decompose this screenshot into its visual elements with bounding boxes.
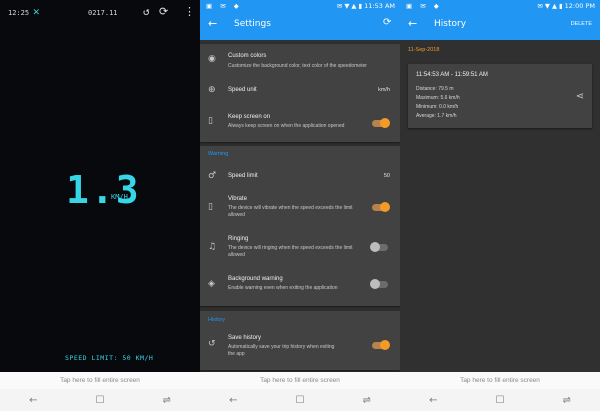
toggle-knob <box>380 202 390 212</box>
setting-description: Customize the background color, text col… <box>228 63 367 69</box>
setting-title: Vibrate <box>228 196 247 202</box>
delete-button[interactable]: DELETE <box>571 21 592 27</box>
history-screen: ▣ ✉ ◆ ✉ ▼ ▲ ▮ 12:00 PM ← History DELETE … <box>400 0 600 411</box>
bell-icon: ♫ <box>208 242 217 252</box>
trip-time-range: 11:54:53 AM - 11:59:51 AM <box>416 72 488 78</box>
settings-screen: ▣ ✉ ◆ ✉ ▼ ▲ ▮ 11:53 AM ← Settings ⟳ ◉ Cu… <box>200 0 400 411</box>
setting-keep-screen-on[interactable]: ▯ Keep screen on Always keep screen on w… <box>200 112 400 136</box>
system-nav-bar: ← ☐ ⇌ <box>200 389 400 411</box>
back-arrow-icon[interactable]: ← <box>208 17 217 30</box>
speedometer-top-bar: 12:25 ✕ 0217.11 ↺ ⟳ ⋮ <box>0 0 200 26</box>
refresh-icon[interactable]: ⟳ <box>383 17 391 28</box>
speed-unit-label: KM/H <box>111 193 128 201</box>
setting-speed-unit[interactable]: ⊕ Speed unit km/h <box>200 82 400 100</box>
setting-description: The device will ringing when the speed e… <box>228 245 353 258</box>
keep-screen-on-toggle[interactable] <box>372 118 390 128</box>
status-bar: ▣ ✉ ◆ ✉ ▼ ▲ ▮ 11:53 AM <box>200 0 400 12</box>
setting-title: Keep screen on <box>228 114 271 120</box>
trip-card[interactable]: 11:54:53 AM - 11:59:51 AM Distance: 79.5… <box>408 64 592 128</box>
more-options-icon[interactable]: ⋮ <box>184 5 195 18</box>
setting-ringing[interactable]: ♫ Ringing The device will ringing when t… <box>200 234 400 260</box>
setting-save-history[interactable]: ↺ Save history Automatically save your t… <box>200 333 400 359</box>
setting-title: Custom colors <box>228 53 267 59</box>
vibrate-toggle[interactable] <box>372 202 390 212</box>
setting-vibrate[interactable]: ▯ Vibrate The device will vibrate when t… <box>200 194 400 220</box>
trip-average: Average: 1.7 km/h <box>416 113 457 119</box>
toggle-knob <box>380 340 390 350</box>
setting-title: Save history <box>228 335 262 341</box>
fill-screen-banner[interactable]: Tap here to fill entire screen <box>400 372 600 389</box>
nav-home-button[interactable]: ☐ <box>285 395 315 406</box>
trip-distance: Distance: 79.5 m <box>416 86 454 92</box>
history-icon: ↺ <box>208 339 216 349</box>
fullscreen-icon[interactable]: ✕ <box>33 5 40 18</box>
speed-limit-label: SPEED LIMIT: 50 KM/H <box>65 354 154 362</box>
screenshot-stage: 12:25 ✕ 0217.11 ↺ ⟳ ⋮ 1.3 KM/H SPEED LIM… <box>0 0 600 411</box>
toggle-knob <box>380 118 390 128</box>
page-title: Settings <box>234 19 271 29</box>
history-app-bar: ▣ ✉ ◆ ✉ ▼ ▲ ▮ 12:00 PM ← History DELETE <box>400 0 600 40</box>
toggle-knob <box>370 242 380 252</box>
system-nav-bar: ← ☐ ⇌ <box>400 389 600 411</box>
setting-title: Speed unit <box>228 87 257 93</box>
section-header-warning: Warning <box>208 151 229 157</box>
status-notification-icons: ▣ ✉ ◆ <box>406 2 442 10</box>
speedometer-screen: 12:25 ✕ 0217.11 ↺ ⟳ ⋮ 1.3 KM/H SPEED LIM… <box>0 0 200 411</box>
nav-recent-button[interactable]: ⇌ <box>552 395 582 406</box>
setting-value: 50 <box>383 173 390 179</box>
status-notification-icons: ▣ ✉ ◆ <box>206 2 242 10</box>
trip-minimum: Minimum: 0.0 km/h <box>416 104 459 110</box>
setting-custom-colors[interactable]: ◉ Custom colors Customize the background… <box>200 50 400 74</box>
setting-speed-limit[interactable]: ♂ Speed limit 50 <box>200 168 400 186</box>
reset-icon[interactable]: ↺ <box>143 5 150 18</box>
globe-icon: ⊕ <box>208 85 216 95</box>
history-settings-card: History ↺ Save history Automatically sav… <box>200 311 400 370</box>
setting-title: Background warning <box>228 276 283 282</box>
page-title: History <box>434 19 467 29</box>
setting-description: Automatically save your trip history whe… <box>228 344 335 357</box>
shield-icon: ◈ <box>208 279 215 289</box>
setting-title: Ringing <box>228 236 249 242</box>
status-time: 12:25 <box>8 9 30 17</box>
phone-screen-icon: ▯ <box>208 116 213 126</box>
nav-home-button[interactable]: ☐ <box>85 395 115 406</box>
nav-home-button[interactable]: ☐ <box>485 395 515 406</box>
save-history-toggle[interactable] <box>372 340 390 350</box>
background-warning-toggle[interactable] <box>370 279 388 289</box>
speed-readout: 1.3 <box>66 168 141 212</box>
setting-description: The device will vibrate when the speed e… <box>228 205 353 218</box>
trip-maximum: Maximum: 5.6 km/h <box>416 95 460 101</box>
ringing-toggle[interactable] <box>370 242 388 252</box>
system-nav-bar: ← ☐ ⇌ <box>0 389 200 411</box>
share-icon[interactable]: ⋖ <box>576 91 584 102</box>
setting-description: Enable warning even when exiting the app… <box>228 285 338 291</box>
history-date: 11-Sep-2018 <box>408 47 440 53</box>
back-arrow-icon[interactable]: ← <box>408 17 417 30</box>
status-right-info: ✉ ▼ ▲ ▮ 11:53 AM <box>336 2 395 10</box>
rotate-screen-icon[interactable]: ⟳ <box>159 5 168 18</box>
nav-recent-button[interactable]: ⇌ <box>152 395 182 406</box>
odometer: 0217.11 <box>88 9 118 17</box>
status-bar: ▣ ✉ ◆ ✉ ▼ ▲ ▮ 12:00 PM <box>400 0 600 12</box>
status-right-info: ✉ ▼ ▲ ▮ 12:00 PM <box>537 2 595 10</box>
setting-background-warning[interactable]: ◈ Background warning Enable warning even… <box>200 274 400 298</box>
toggle-knob <box>370 279 380 289</box>
setting-description: Always keep screen on when the applicati… <box>228 123 345 129</box>
palette-icon: ◉ <box>208 54 216 64</box>
settings-app-bar: ▣ ✉ ◆ ✉ ▼ ▲ ▮ 11:53 AM ← Settings ⟳ <box>200 0 400 40</box>
section-header-history: History <box>208 317 226 323</box>
setting-value: km/h <box>378 87 390 93</box>
setting-title: Speed limit <box>228 173 258 179</box>
fill-screen-banner[interactable]: Tap here to fill entire screen <box>0 372 200 389</box>
nav-back-button[interactable]: ← <box>18 395 48 406</box>
nav-recent-button[interactable]: ⇌ <box>352 395 382 406</box>
general-settings-card: ◉ Custom colors Customize the background… <box>200 44 400 142</box>
fill-screen-banner[interactable]: Tap here to fill entire screen <box>200 372 400 389</box>
vibrate-icon: ▯ <box>208 202 213 212</box>
bicycle-icon: ♂ <box>208 171 217 181</box>
warning-settings-card: Warning ♂ Speed limit 50 ▯ Vibrate The d… <box>200 146 400 306</box>
nav-back-button[interactable]: ← <box>418 395 448 406</box>
nav-back-button[interactable]: ← <box>218 395 248 406</box>
